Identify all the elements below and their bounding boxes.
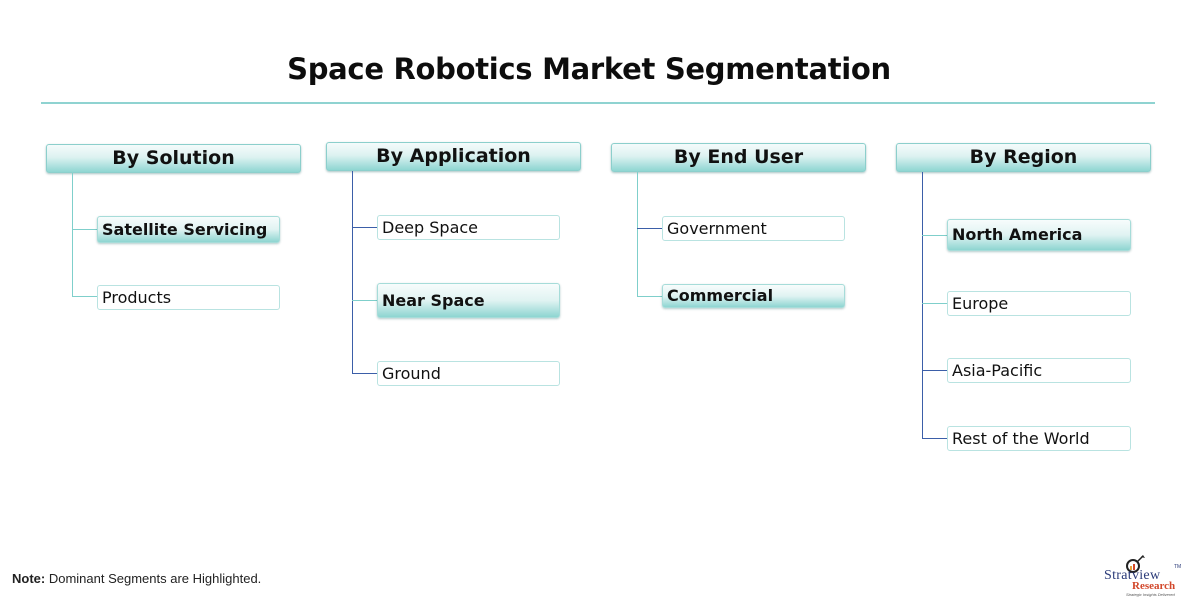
connector-branch	[637, 228, 662, 229]
footnote: Note: Dominant Segments are Highlighted.	[12, 571, 261, 586]
connector-branch	[637, 296, 662, 297]
segment-item-dominant: Satellite Servicing	[97, 216, 280, 243]
logo-trademark: TM	[1174, 564, 1182, 570]
note-text: Dominant Segments are Highlighted.	[45, 571, 262, 586]
logo-research: Research	[1132, 580, 1176, 592]
segment-item: Asia-Pacific	[947, 358, 1131, 383]
segment-item: Rest of the World	[947, 426, 1131, 451]
connector-line	[637, 172, 638, 296]
connector-branch	[922, 303, 947, 304]
segment-item: Products	[97, 285, 280, 310]
segment-heading: By Region	[896, 143, 1151, 172]
connector-branch	[922, 438, 947, 439]
segment-item-dominant: North America	[947, 219, 1131, 251]
connector-line	[922, 172, 923, 439]
connector-branch	[922, 235, 947, 236]
connector-branch	[72, 296, 97, 297]
connector-line	[72, 173, 73, 297]
segment-item: Deep Space	[377, 215, 560, 240]
connector-branch	[352, 227, 377, 228]
segment-heading: By Application	[326, 142, 581, 171]
connector-branch	[72, 229, 97, 230]
segment-heading: By End User	[611, 143, 866, 172]
connector-branch	[352, 300, 377, 301]
logo-tagline: Strategic Insights Delivered	[1126, 592, 1175, 597]
connector-branch	[922, 370, 947, 371]
connector-branch	[352, 373, 377, 374]
segment-item: Government	[662, 216, 845, 241]
page-title: Space Robotics Market Segmentation	[287, 52, 891, 86]
title-divider	[41, 102, 1155, 104]
segment-item-dominant: Near Space	[377, 283, 560, 318]
segment-item: Ground	[377, 361, 560, 386]
note-label: Note:	[12, 571, 46, 586]
segment-item-dominant: Commercial	[662, 284, 845, 308]
stratview-logo: Stratview TM Research Strategic Insights…	[1100, 555, 1195, 597]
segment-heading: By Solution	[46, 144, 301, 173]
connector-line	[352, 171, 353, 374]
segment-item: Europe	[947, 291, 1131, 316]
